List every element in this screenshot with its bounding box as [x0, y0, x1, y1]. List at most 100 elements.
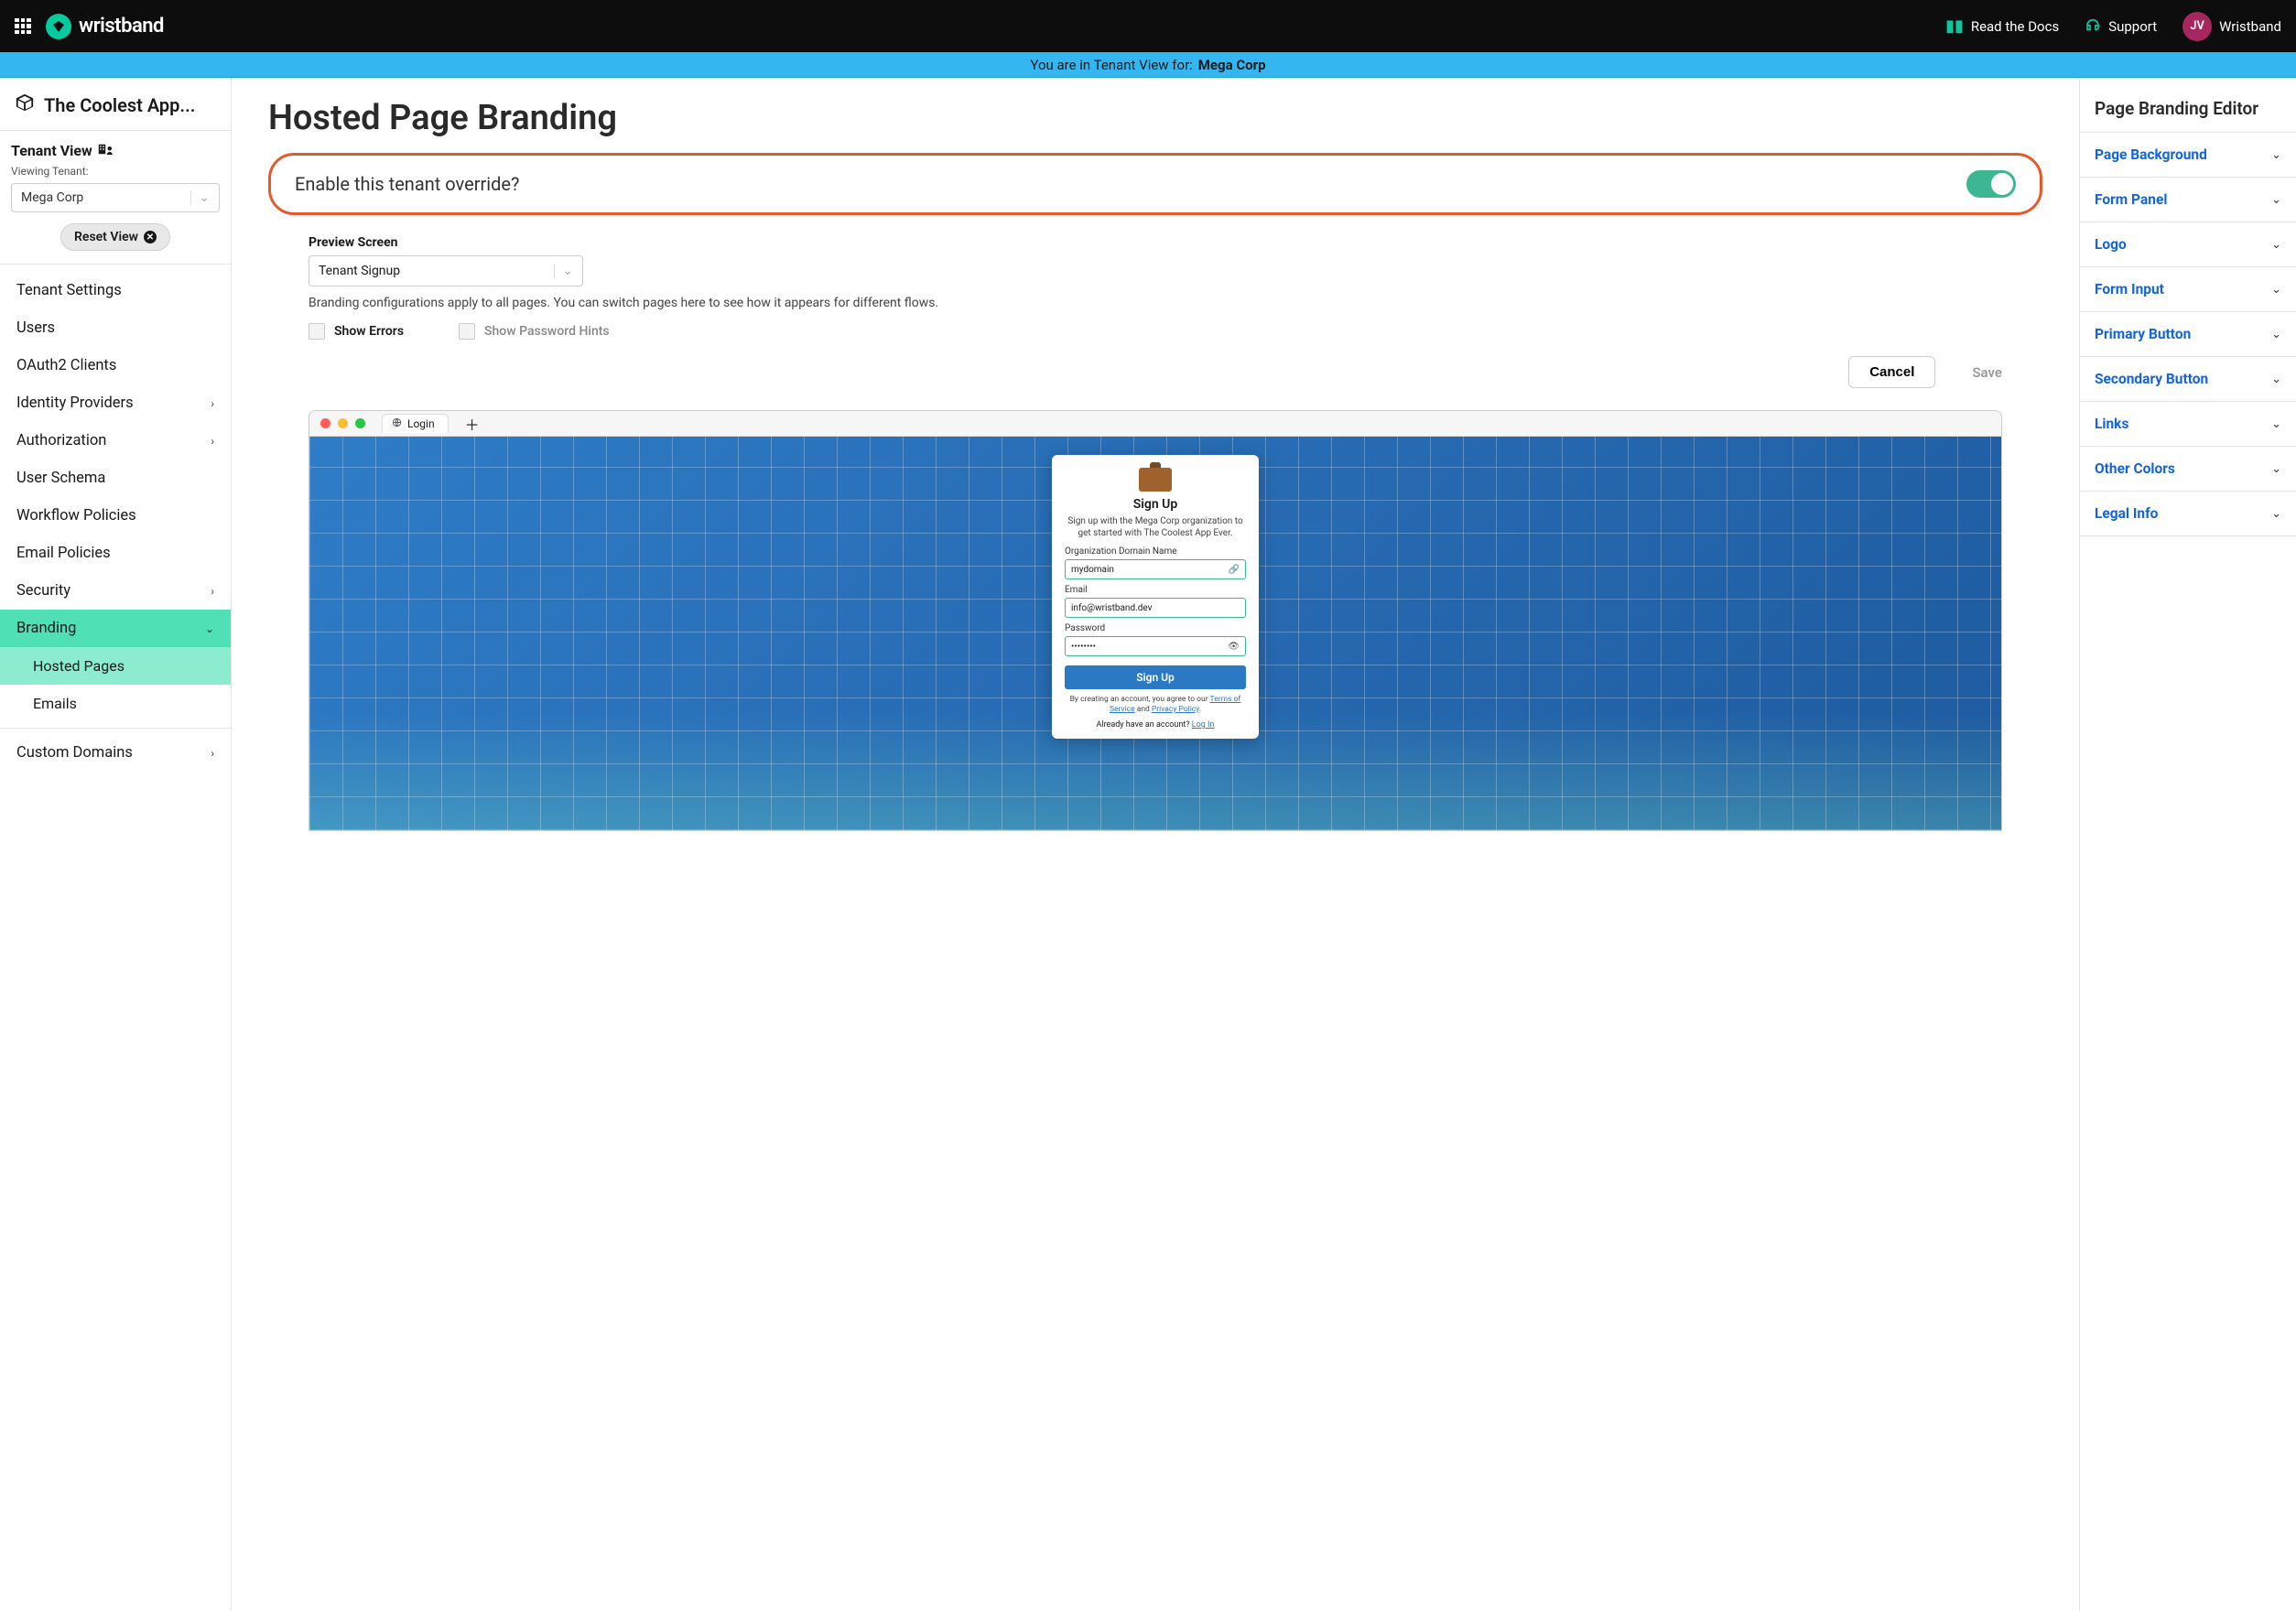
nav-security[interactable]: Security ›	[0, 572, 231, 610]
already-q: Already have an account?	[1097, 720, 1192, 730]
login-link[interactable]: Log In	[1192, 720, 1215, 730]
chevron-right-icon: ›	[211, 747, 214, 760]
chevron-down-icon: ⌄	[190, 190, 210, 205]
nav-label: Workflow Policies	[16, 507, 136, 524]
nav-hosted-pages[interactable]: Hosted Pages	[0, 647, 231, 685]
chevron-down-icon: ⌄	[2271, 283, 2281, 297]
chevron-down-icon: ⌄	[2271, 148, 2281, 162]
traffic-light-min-icon	[338, 418, 348, 428]
sidebar: The Coolest App... Tenant View Viewing T…	[0, 78, 232, 1611]
acc-legal-info[interactable]: Legal Info⌄	[2080, 492, 2296, 536]
chevron-right-icon: ›	[211, 585, 214, 598]
legal-and: and	[1135, 705, 1152, 714]
app-switcher-icon[interactable]	[15, 18, 31, 35]
acc-links[interactable]: Links ⌄	[2080, 402, 2296, 447]
acc-other-colors[interactable]: Other Colors ⌄	[2080, 447, 2296, 492]
tenant-view-banner: You are in Tenant View for: Mega Corp	[0, 52, 2296, 78]
nav-label: User Schema	[16, 470, 105, 487]
brand-logo[interactable]: wristband	[46, 14, 164, 39]
main-content: Hosted Page Branding Enable this tenant …	[232, 78, 2080, 1611]
workspace-menu[interactable]: JV Wristband	[2182, 12, 2281, 41]
read-docs-link[interactable]: ▮▮ Read the Docs	[1945, 16, 2059, 36]
topbar-left: wristband	[15, 14, 164, 39]
tenant-view-heading: Tenant View	[11, 142, 220, 159]
support-label: Support	[2108, 18, 2157, 35]
sidebar-nav: Tenant Settings Users OAuth2 Clients Ide…	[0, 265, 231, 779]
chevron-down-icon: ⌄	[2271, 462, 2281, 476]
banner-tenant-name: Mega Corp	[1198, 57, 1266, 73]
nav-email-policies[interactable]: Email Policies	[0, 535, 231, 572]
reset-view-label: Reset View	[74, 230, 138, 244]
app-title-row[interactable]: The Coolest App...	[0, 78, 231, 131]
eye-icon[interactable]: 👁	[1228, 642, 1240, 652]
logo-mark-icon	[46, 14, 71, 39]
legal-text: By creating an account, you agree to our…	[1065, 695, 1246, 715]
nav-emails[interactable]: Emails	[0, 685, 231, 722]
nav-identity-providers[interactable]: Identity Providers›	[0, 384, 231, 422]
signup-button[interactable]: Sign Up	[1065, 665, 1246, 689]
reset-view-button[interactable]: Reset View ✕	[60, 223, 170, 251]
acc-label: Form Input	[2095, 281, 2164, 297]
checkbox-icon	[309, 323, 325, 340]
editor-panel: Page Branding Editor Page Background⌄ Fo…	[2080, 78, 2296, 1611]
show-errors-check[interactable]: Show Errors	[309, 323, 404, 340]
cancel-button[interactable]: Cancel	[1848, 356, 1935, 388]
nav-label: Authorization	[16, 432, 106, 449]
acc-label: Primary Button	[2095, 326, 2191, 342]
enable-override-toggle[interactable]	[1966, 170, 2016, 198]
chevron-right-icon: ›	[211, 435, 214, 448]
show-hints-check[interactable]: Show Password Hints	[459, 323, 610, 340]
email-input[interactable]: info@wristband.dev	[1065, 598, 1246, 618]
nav-authorization[interactable]: Authorization ›	[0, 422, 231, 460]
topbar: wristband ▮▮ Read the Docs Support JV Wr…	[0, 0, 2296, 52]
browser-chrome: Login ＋	[309, 411, 2001, 437]
nav-custom-domains[interactable]: Custom Domains›	[0, 734, 231, 772]
support-link[interactable]: Support	[2085, 16, 2157, 37]
avatar: JV	[2182, 12, 2212, 41]
save-button[interactable]: Save	[1972, 364, 2002, 381]
acc-label: Links	[2095, 416, 2128, 432]
nav-label: Hosted Pages	[33, 657, 125, 675]
page-title: Hosted Page Branding	[268, 98, 2042, 138]
preview-screen-select[interactable]: Tenant Signup ⌄	[309, 255, 583, 287]
card-title: Sign Up	[1065, 497, 1246, 512]
nav-branding[interactable]: Branding⌄	[0, 610, 231, 647]
action-row: Cancel Save	[309, 356, 2002, 388]
domain-input[interactable]: mydomain 🔗	[1065, 559, 1246, 579]
acc-logo[interactable]: Logo⌄	[2080, 222, 2296, 267]
browser-tab[interactable]: Login	[382, 414, 449, 433]
nav-users[interactable]: Users	[0, 309, 231, 347]
tenant-select[interactable]: Mega Corp ⌄	[11, 183, 220, 212]
preview-screen-label: Preview Screen	[309, 235, 398, 250]
acc-label: Other Colors	[2095, 460, 2175, 477]
acc-label: Page Background	[2095, 146, 2207, 163]
acc-primary-button[interactable]: Primary Button⌄	[2080, 312, 2296, 357]
headset-icon	[2085, 16, 2101, 37]
password-input[interactable]: •••••••• 👁	[1065, 636, 1246, 656]
acc-form-panel[interactable]: Form Panel⌄	[2080, 178, 2296, 222]
nav-user-schema[interactable]: User Schema	[0, 460, 231, 497]
traffic-light-close-icon	[320, 418, 330, 428]
show-errors-label: Show Errors	[334, 324, 404, 339]
acc-label: Form Panel	[2095, 191, 2167, 208]
chevron-down-icon: ⌄	[2271, 417, 2281, 431]
privacy-link[interactable]: Privacy Policy	[1152, 705, 1199, 714]
new-tab-button[interactable]: ＋	[465, 413, 480, 435]
link-icon: 🔗	[1229, 565, 1240, 575]
acc-form-input[interactable]: Form Input ⌄	[2080, 267, 2296, 312]
package-icon	[15, 92, 35, 117]
acc-secondary-button[interactable]: Secondary Button⌄	[2080, 357, 2296, 402]
nav-label: Security	[16, 582, 70, 600]
read-docs-label: Read the Docs	[1971, 18, 2059, 35]
nav-oauth-clients[interactable]: OAuth2 Clients	[0, 347, 231, 384]
nav-tenant-settings[interactable]: Tenant Settings	[0, 272, 231, 309]
nav-workflow-policies[interactable]: Workflow Policies	[0, 497, 231, 535]
enable-override-label: Enable this tenant override?	[295, 173, 519, 195]
acc-page-background[interactable]: Page Background ⌄	[2080, 133, 2296, 178]
toggle-knob	[1991, 173, 2013, 195]
password-value: ••••••••	[1071, 642, 1096, 652]
controls-block: Preview Screen Tenant Signup ⌄ Branding …	[268, 235, 2042, 831]
traffic-light-max-icon	[355, 418, 365, 428]
chevron-right-icon: ›	[211, 397, 214, 410]
legal-pre: By creating an account, you agree to our	[1070, 695, 1210, 704]
